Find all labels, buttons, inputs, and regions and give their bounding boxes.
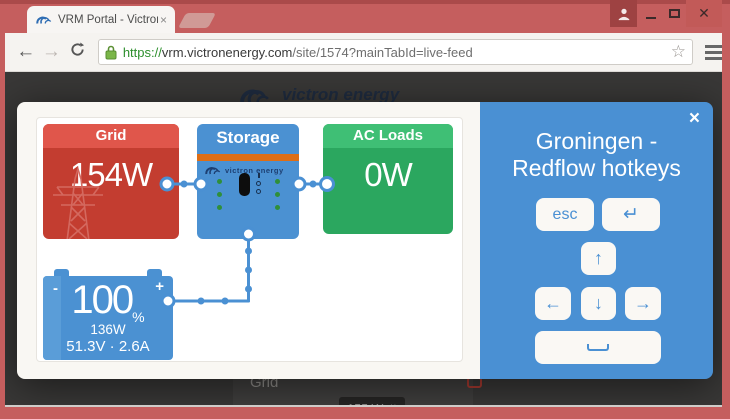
ac-loads-power-value: 0W bbox=[323, 156, 453, 194]
battery-voltage-current: 51.3V · 2.6A bbox=[43, 338, 173, 355]
system-diagram-card: Grid 154W St bbox=[36, 117, 463, 362]
ac-loads-tile[interactable]: AC Loads 0W bbox=[323, 124, 453, 234]
browser-toolbar: ← → https://vrm.victronenergy.com/site/1… bbox=[5, 33, 722, 72]
battery-plus-sign: + bbox=[155, 278, 164, 295]
minimize-icon bbox=[646, 17, 656, 19]
back-button[interactable]: ← bbox=[13, 41, 39, 63]
reload-button[interactable] bbox=[64, 41, 90, 63]
forward-button[interactable]: → bbox=[39, 41, 65, 63]
new-tab-button[interactable] bbox=[178, 13, 216, 28]
dimmed-page-background: victron energy Grid 155 Watt Grid 154W bbox=[5, 72, 722, 407]
device-logo-text: victron energy bbox=[225, 166, 284, 175]
pylon-icon bbox=[45, 163, 111, 239]
key-esc[interactable]: esc bbox=[536, 198, 594, 231]
battery-soc-unit: % bbox=[132, 309, 144, 325]
modal-close-icon[interactable]: × bbox=[689, 108, 700, 130]
live-feed-modal: Grid 154W St bbox=[17, 102, 713, 379]
key-space[interactable] bbox=[535, 331, 661, 364]
reload-icon bbox=[70, 42, 85, 57]
storage-tile[interactable]: Storage victron energy bbox=[197, 124, 299, 239]
hotkeys-title: Groningen - Redflow hotkeys bbox=[480, 128, 713, 182]
led-column-right bbox=[275, 179, 280, 210]
hotkeys-panel: × Groningen - Redflow hotkeys esc ↵ ↑ ← … bbox=[480, 102, 713, 379]
url-text: https://vrm.victronenergy.com/site/1574?… bbox=[123, 45, 667, 60]
device-display bbox=[239, 173, 250, 196]
maximize-icon bbox=[669, 9, 680, 18]
battery-side-highlight bbox=[43, 276, 61, 360]
victron-swirl-icon bbox=[205, 165, 221, 175]
tab-close-icon[interactable]: × bbox=[158, 13, 169, 27]
led-column-left bbox=[217, 179, 222, 210]
storage-tile-label: Storage bbox=[197, 128, 299, 148]
grid-tile[interactable]: Grid 154W bbox=[43, 124, 179, 239]
battery-power: 136W bbox=[43, 322, 173, 337]
battery-tile[interactable]: - + 100% 136W 51.3V · 2.6A bbox=[43, 269, 173, 360]
key-arrow-right[interactable]: → bbox=[625, 287, 661, 320]
device-orange-stripe bbox=[197, 154, 299, 161]
key-arrow-down[interactable]: ↓ bbox=[581, 287, 616, 320]
system-overview-area: Grid 154W St bbox=[17, 102, 480, 379]
address-bar[interactable]: https://vrm.victronenergy.com/site/1574?… bbox=[98, 39, 693, 65]
key-arrow-up[interactable]: ↑ bbox=[581, 242, 616, 275]
tab-title: VRM Portal - Victron Ener bbox=[58, 14, 158, 26]
key-enter[interactable]: ↵ bbox=[602, 198, 660, 231]
grid-tile-label: Grid bbox=[43, 124, 179, 148]
menu-button[interactable] bbox=[705, 45, 722, 60]
maximize-button[interactable] bbox=[663, 0, 685, 27]
background-watt-badge: 155 Watt bbox=[339, 397, 405, 407]
url-scheme: https:// bbox=[123, 45, 162, 60]
profile-button[interactable] bbox=[610, 0, 637, 27]
ac-loads-tile-label: AC Loads bbox=[323, 124, 453, 148]
battery-soc: 100% bbox=[43, 278, 173, 325]
battery-minus-sign: - bbox=[53, 280, 58, 297]
bookmark-star-icon[interactable]: ☆ bbox=[671, 42, 686, 62]
victron-favicon-icon bbox=[36, 14, 52, 25]
battery-body: - + 100% 136W 51.3V · 2.6A bbox=[43, 276, 173, 360]
url-host: vrm.victronenergy.com bbox=[162, 45, 293, 60]
person-icon bbox=[617, 7, 631, 21]
browser-window: VRM Portal - Victron Ener × ✕ ← → https:… bbox=[0, 0, 730, 419]
device-indicator-marks bbox=[256, 173, 261, 194]
minimize-button[interactable] bbox=[640, 0, 662, 27]
close-window-button[interactable]: ✕ bbox=[686, 0, 722, 27]
space-bar-icon bbox=[587, 344, 609, 351]
key-arrow-left[interactable]: ← bbox=[535, 287, 571, 320]
padlock-icon bbox=[105, 45, 117, 60]
browser-tab[interactable]: VRM Portal - Victron Ener × bbox=[27, 6, 175, 33]
url-path: /site/1574?mainTabId=live-feed bbox=[292, 45, 472, 60]
